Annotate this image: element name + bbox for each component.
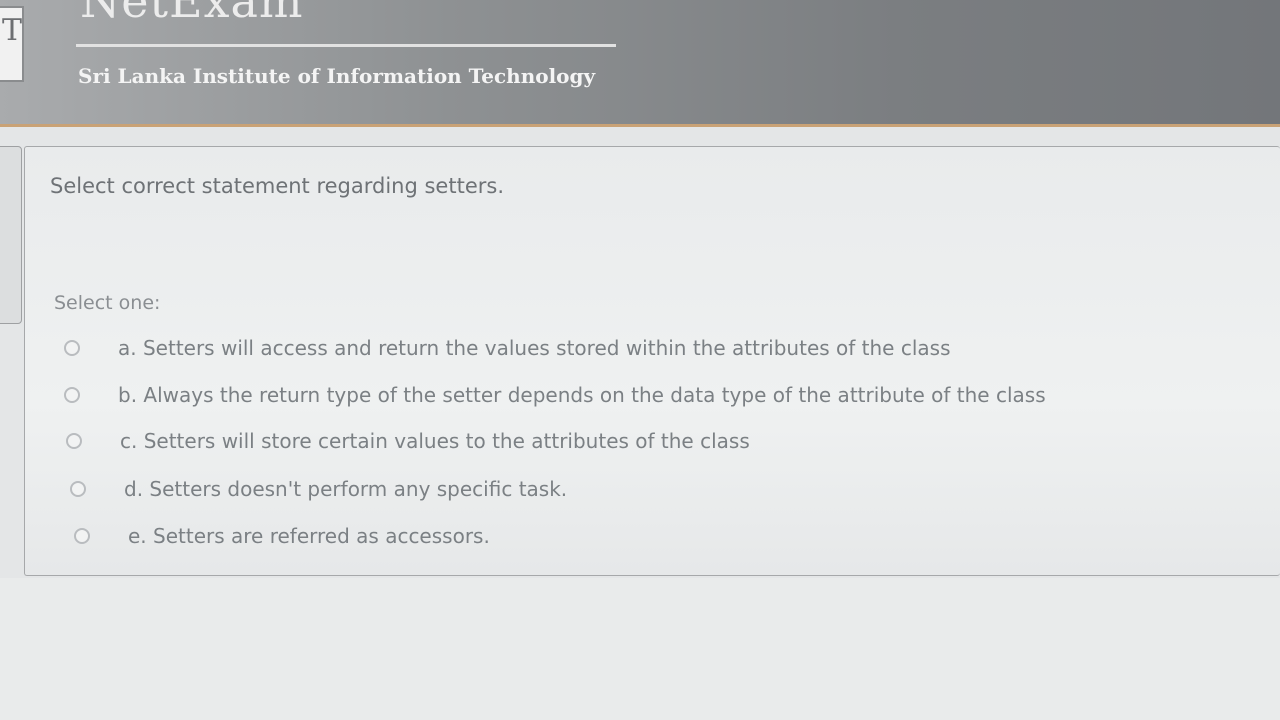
brand-title: NetExam [80,0,304,28]
logo-letter: T [2,13,23,48]
option-label: e. Setters are referred as accessors. [128,524,490,548]
radio-button[interactable] [66,433,82,449]
question-text: Select correct statement regarding sette… [50,174,504,198]
answer-option-b[interactable]: b. Always the return type of the setter … [64,380,1046,410]
radio-button[interactable] [74,528,90,544]
option-label: a. Setters will access and return the va… [118,336,951,360]
answer-option-d[interactable]: d. Setters doesn't perform any specific … [70,474,567,504]
question-info-tab [0,146,22,324]
answer-option-a[interactable]: a. Setters will access and return the va… [64,333,951,363]
site-header: T NetExam Sri Lanka Institute of Informa… [0,0,1280,127]
answer-option-e[interactable]: e. Setters are referred as accessors. [74,521,490,551]
radio-button[interactable] [64,387,80,403]
select-one-prompt: Select one: [54,292,161,314]
answer-option-c[interactable]: c. Setters will store certain values to … [66,426,750,456]
logo-icon: T [0,6,24,82]
option-label: b. Always the return type of the setter … [118,383,1046,407]
option-label: d. Setters doesn't perform any specific … [124,477,568,501]
radio-button[interactable] [64,340,80,356]
brand-divider [76,44,616,47]
option-label: c. Setters will store certain values to … [120,429,750,453]
institution-name: Sri Lanka Institute of Information Techn… [78,64,596,88]
page-background [0,578,1280,720]
radio-button[interactable] [70,481,86,497]
